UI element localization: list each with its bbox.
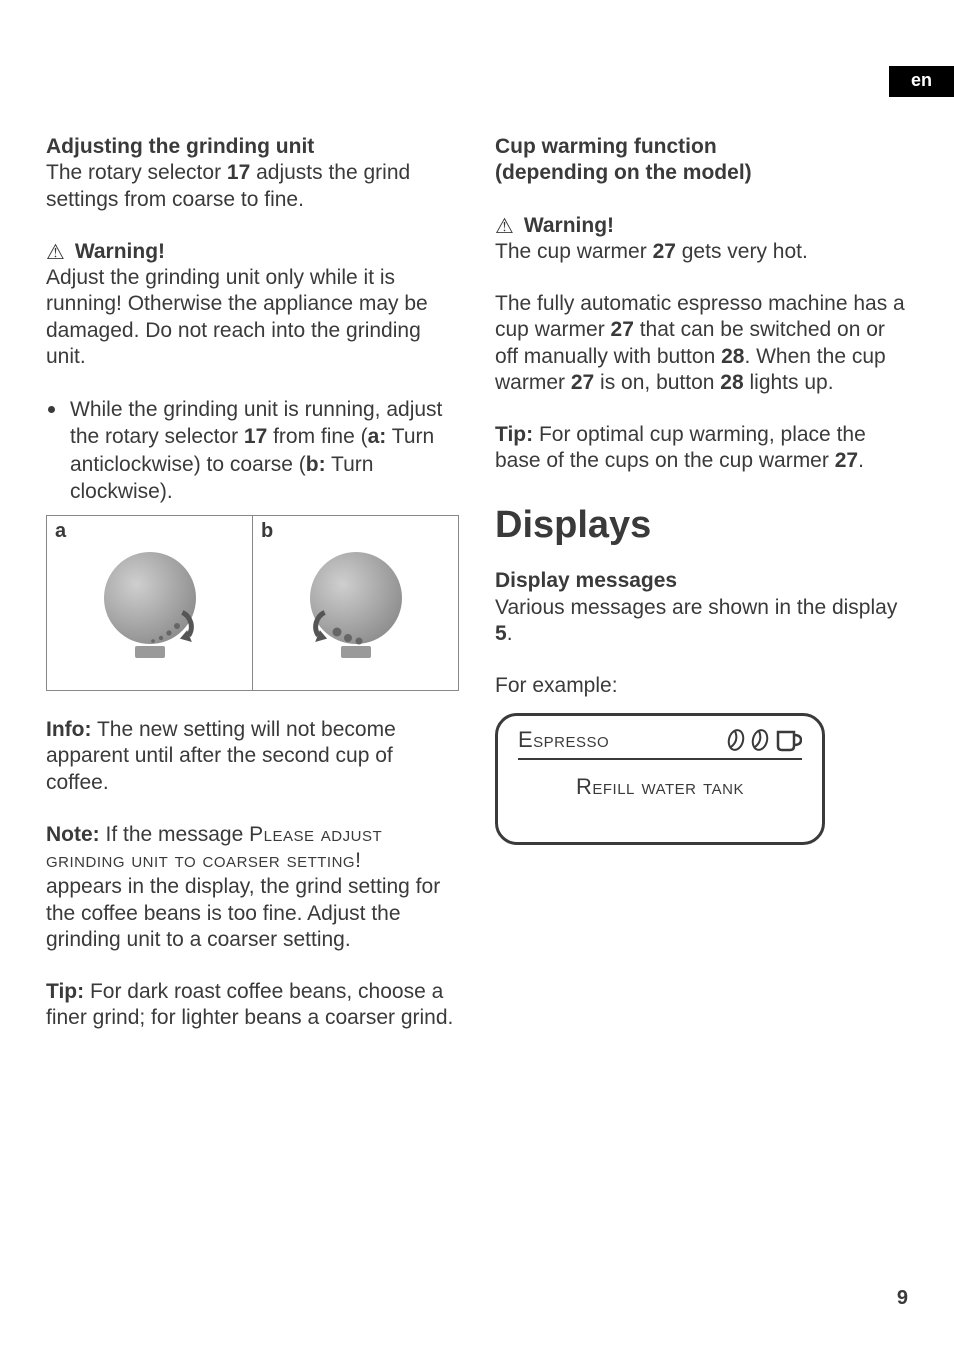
text: lights up. xyxy=(744,371,834,394)
display-messages-body: Various messages are shown in the displa… xyxy=(495,595,908,648)
figure-b: b xyxy=(252,516,458,690)
text: The new setting will not become apparent… xyxy=(46,718,396,794)
text: The rotary selector xyxy=(46,161,227,184)
tip-label: Tip: xyxy=(495,423,533,446)
warning-row: ⚠ Warning! xyxy=(495,213,908,239)
for-example: For example: xyxy=(495,673,908,699)
bean-icon xyxy=(726,728,746,752)
language-tab: en xyxy=(889,66,954,97)
ref-b: b: xyxy=(306,453,326,476)
display-msg-inline: Please adjust xyxy=(249,823,382,846)
ref-28: 28 xyxy=(720,371,743,394)
text: from fine ( xyxy=(267,425,367,448)
figure-a: a xyxy=(47,516,252,690)
cupwarm-body: The fully automatic espresso machine has… xyxy=(495,291,908,396)
lcd-title: Espresso xyxy=(518,727,609,753)
display-msg-inline: grinding unit to coarser setting! xyxy=(46,849,361,872)
text: gets very hot. xyxy=(676,240,808,263)
text: For dark roast coffee beans, choose a fi… xyxy=(46,980,453,1029)
tip-paragraph: Tip: For dark roast coffee beans, choose… xyxy=(46,979,459,1032)
warning-icon: ⚠ xyxy=(495,216,514,237)
text: appears in the display, the grind settin… xyxy=(46,875,440,951)
ref-27: 27 xyxy=(653,240,676,263)
warning-icon: ⚠ xyxy=(46,242,65,263)
text: is on, button xyxy=(594,371,720,394)
page-number: 9 xyxy=(897,1287,908,1310)
info-label: Info: xyxy=(46,718,91,741)
ref-5: 5 xyxy=(495,622,507,645)
lcd-message: Refill water tank xyxy=(518,760,802,818)
heading-displays: Displays xyxy=(495,505,908,547)
ref-a: a: xyxy=(368,425,387,448)
list-item: While the grinding unit is running, adju… xyxy=(46,396,459,505)
warning-label: Warning! xyxy=(75,239,165,265)
ref-27: 27 xyxy=(571,371,594,394)
warning-label: Warning! xyxy=(524,213,614,239)
text: Various messages are shown in the displa… xyxy=(495,596,897,619)
cup-icon xyxy=(774,726,802,754)
text: . xyxy=(858,449,864,472)
bean-icon xyxy=(750,728,770,752)
warning-body: The cup warmer 27 gets very hot. xyxy=(495,239,908,265)
lcd-display: Espresso Refill water tan xyxy=(495,713,825,845)
ref-28: 28 xyxy=(721,345,744,368)
text: If the message xyxy=(100,823,249,846)
page-content: Adjusting the grinding unit The rotary s… xyxy=(46,134,908,1032)
note-label: Note: xyxy=(46,823,100,846)
figure-row: a xyxy=(46,515,459,691)
heading-cupwarm: Cup warming function (depending on the m… xyxy=(495,134,908,187)
tip-paragraph: Tip: For optimal cup warming, place the … xyxy=(495,422,908,475)
left-column: Adjusting the grinding unit The rotary s… xyxy=(46,134,459,1032)
ref-27: 27 xyxy=(835,449,858,472)
lcd-icons xyxy=(726,726,802,754)
tip-label: Tip: xyxy=(46,980,84,1003)
lcd-top-row: Espresso xyxy=(518,726,802,760)
dial-a-icon xyxy=(95,538,205,668)
text: For optimal cup warming, place the base … xyxy=(495,423,866,472)
warning-body: Adjust the grinding unit only while it i… xyxy=(46,265,459,370)
heading-grinding: Adjusting the grinding unit xyxy=(46,134,459,160)
warning-row: ⚠ Warning! xyxy=(46,239,459,265)
info-paragraph: Info: The new setting will not become ap… xyxy=(46,717,459,796)
dial-b-icon xyxy=(301,538,411,668)
figure-a-label: a xyxy=(55,520,66,543)
figure-b-label: b xyxy=(261,520,273,543)
note-paragraph: Note: If the message Please adjust grind… xyxy=(46,822,459,953)
right-column: Cup warming function (depending on the m… xyxy=(495,134,908,1032)
heading-display-messages: Display messages xyxy=(495,568,908,594)
text: . xyxy=(507,622,513,645)
ref-17: 17 xyxy=(227,161,250,184)
ref-17: 17 xyxy=(244,425,267,448)
text: The cup warmer xyxy=(495,240,653,263)
text: Cup warming function xyxy=(495,135,717,158)
ref-27: 27 xyxy=(611,318,634,341)
text: (depending on the model) xyxy=(495,161,752,184)
bullet-list: While the grinding unit is running, adju… xyxy=(46,396,459,505)
grinding-intro: The rotary selector 17 adjusts the grind… xyxy=(46,160,459,213)
